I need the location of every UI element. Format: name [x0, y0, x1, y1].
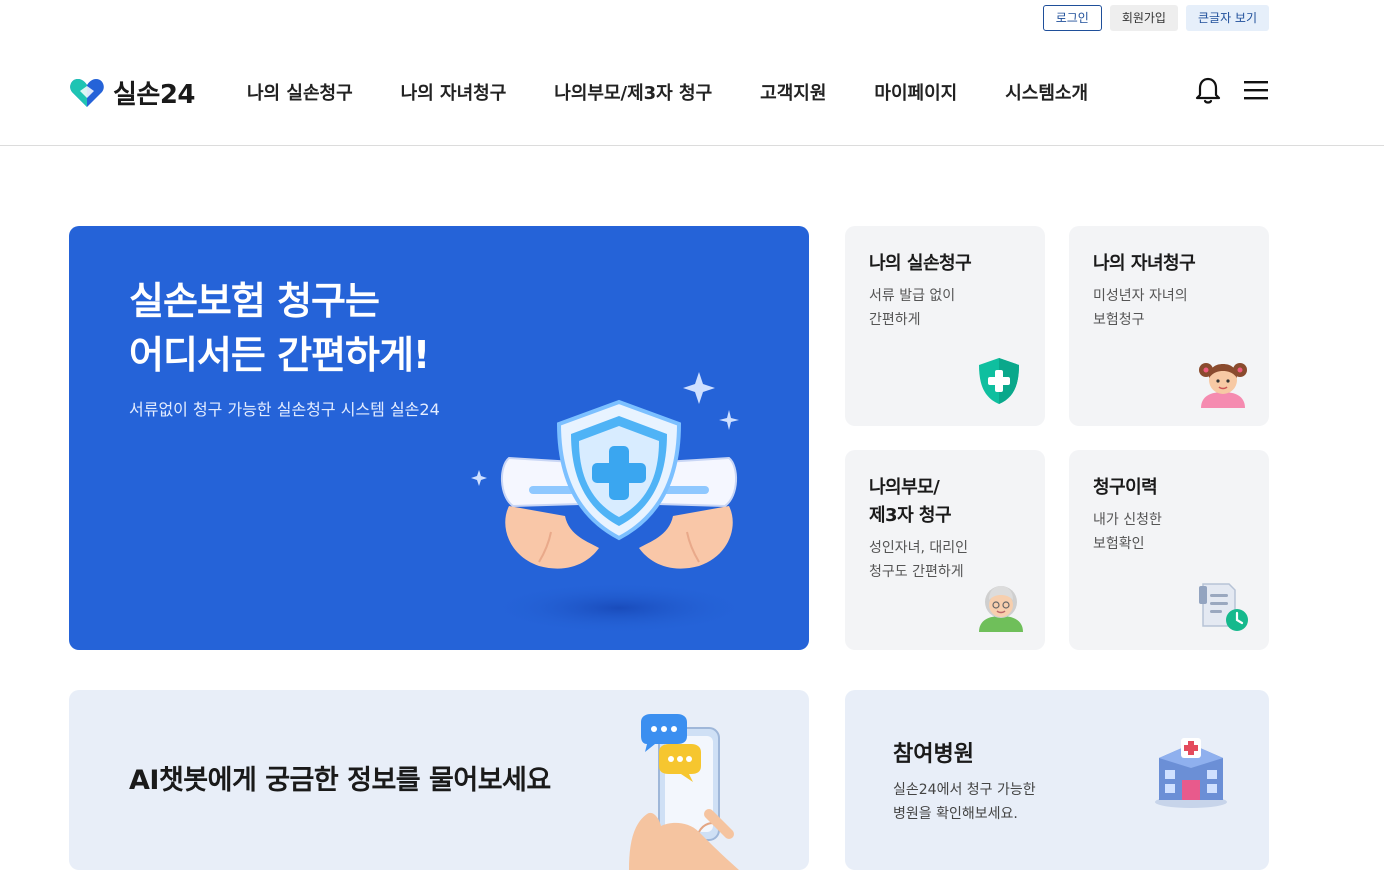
- card-title: 나의 자녀청구: [1093, 253, 1196, 274]
- nav-item-support[interactable]: 고객지원: [760, 79, 826, 105]
- hamburger-menu-icon[interactable]: [1243, 79, 1269, 101]
- login-button[interactable]: 로그인: [1042, 5, 1102, 31]
- utility-bar: 로그인 회원가입 큰글자 보기: [1042, 5, 1269, 31]
- hero-banner: 실손보험 청구는 어디서든 간편하게! 서류없이 청구 가능한 실손청구 시스템…: [69, 226, 809, 650]
- nav-item-parent-claim[interactable]: 나의부모/제3자 청구: [554, 79, 712, 105]
- heart-logo-icon: [70, 78, 104, 107]
- card-desc: 서류 발급 없이 간편하게: [869, 288, 956, 328]
- card-my-claim[interactable]: 나의 실손청구 서류 발급 없이 간편하게: [845, 226, 1045, 426]
- card-title: 청구이력: [1093, 477, 1158, 498]
- elder-avatar-icon: [979, 586, 1023, 632]
- site-header: 실손24 나의 실손청구 나의 자녀청구 나의부모/제3자 청구 고객지원 마이…: [0, 46, 1384, 146]
- main-nav: 나의 실손청구 나의 자녀청구 나의부모/제3자 청구 고객지원 마이페이지 시…: [247, 79, 1136, 105]
- nav-item-child-claim[interactable]: 나의 자녀청구: [401, 79, 507, 105]
- card-claim-history[interactable]: 청구이력 내가 신청한 보험확인: [1069, 450, 1269, 650]
- card-parent-claim[interactable]: 나의부모/ 제3자 청구 성인자녀, 대리인 청구도 간편하게: [845, 450, 1045, 650]
- phone-chat-illustration: [629, 714, 739, 870]
- card-title: 나의 실손청구: [869, 253, 972, 274]
- card-title: 나의부모/ 제3자 청구: [869, 477, 952, 526]
- card-desc: 내가 신청한 보험확인: [1093, 512, 1162, 552]
- card-desc: 미성년자 자녀의 보험청구: [1093, 288, 1188, 328]
- hospital-title: 참여병원: [893, 742, 974, 767]
- nav-item-my-claim[interactable]: 나의 실손청구: [247, 79, 353, 105]
- site-logo[interactable]: 실손24: [69, 74, 196, 111]
- chatbot-title: AI챗봇에게 궁금한 정보를 물어보세요: [129, 765, 551, 796]
- bell-icon[interactable]: [1195, 76, 1221, 104]
- card-desc: 성인자녀, 대리인 청구도 간편하게: [869, 540, 969, 580]
- hero-title: 실손보험 청구는 어디서든 간편하게!: [129, 279, 430, 377]
- hospital-banner[interactable]: 참여병원 실손24에서 청구 가능한 병원을 확인해보세요.: [845, 690, 1269, 870]
- hospital-building-icon: [1155, 738, 1227, 808]
- header-icons: [1195, 76, 1269, 104]
- card-child-claim[interactable]: 나의 자녀청구 미성년자 자녀의 보험청구: [1069, 226, 1269, 426]
- nav-item-system-intro[interactable]: 시스템소개: [1005, 79, 1088, 105]
- shield-plus-icon: [979, 358, 1019, 404]
- logo-text: 실손24: [113, 80, 196, 110]
- chatbot-banner[interactable]: AI챗봇에게 궁금한 정보를 물어보세요: [69, 690, 809, 870]
- document-clock-icon: [1199, 583, 1248, 631]
- hands-shield-illustration: [471, 372, 749, 634]
- hospital-desc: 실손24에서 청구 가능한 병원을 확인해보세요.: [893, 782, 1036, 822]
- nav-item-mypage[interactable]: 마이페이지: [874, 79, 957, 105]
- child-avatar-icon: [1199, 363, 1247, 408]
- join-button[interactable]: 회원가입: [1109, 5, 1178, 31]
- big-text-button[interactable]: 큰글자 보기: [1185, 5, 1269, 31]
- hero-subtitle: 서류없이 청구 가능한 실손청구 시스템 실손24: [129, 400, 440, 419]
